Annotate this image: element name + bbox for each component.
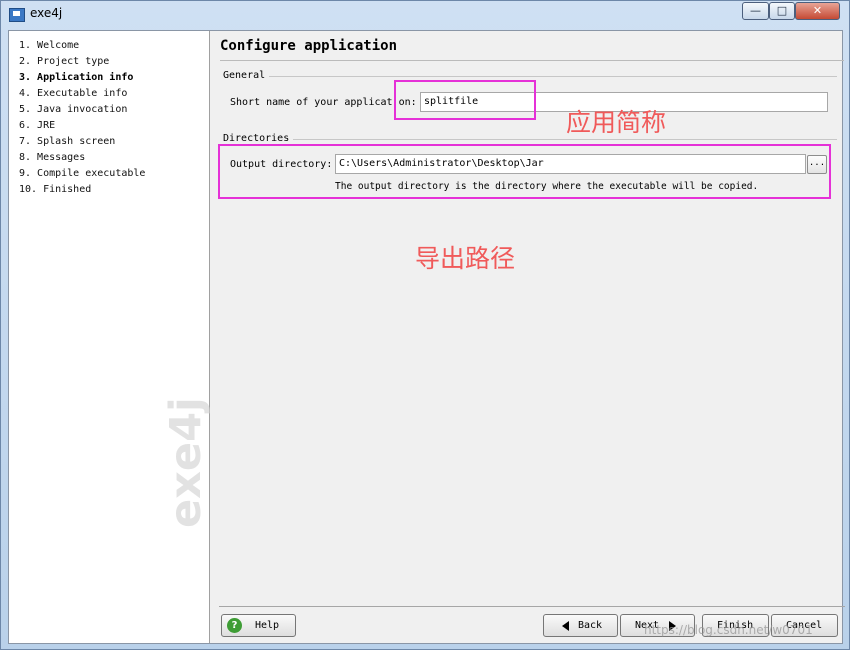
help-button[interactable]: ? Help	[221, 614, 296, 637]
exe4j-window: exe4j — □ ✕ 1. Welcome 2. Project type 3…	[0, 0, 850, 650]
wizard-client-area: 1. Welcome 2. Project type 3. Applicatio…	[8, 30, 845, 644]
window-title: exe4j	[30, 6, 63, 20]
minimize-button[interactable]: —	[742, 2, 769, 20]
arrow-left-icon	[562, 621, 569, 631]
step-project-type[interactable]: 2. Project type	[19, 56, 109, 67]
help-icon: ?	[227, 618, 242, 633]
step-executable-info[interactable]: 4. Executable info	[19, 88, 127, 99]
general-group-label: General	[223, 70, 270, 81]
step-messages[interactable]: 8. Messages	[19, 152, 85, 163]
title-bar[interactable]: exe4j — □ ✕	[1, 1, 849, 27]
step-java-invocation[interactable]: 5. Java invocation	[19, 104, 127, 115]
step-welcome[interactable]: 1. Welcome	[19, 40, 79, 51]
short-name-highlight-box	[394, 80, 536, 120]
main-panel: Configure application General Short name…	[211, 31, 845, 643]
directories-group-line	[223, 139, 837, 140]
back-button[interactable]: Back	[543, 614, 618, 637]
title-divider	[220, 60, 844, 61]
back-button-label: Back	[578, 620, 603, 631]
button-bar-divider	[219, 606, 845, 607]
step-finished[interactable]: 10. Finished	[19, 184, 91, 195]
short-name-label: Short name of your applicat on:	[230, 97, 417, 108]
close-button[interactable]: ✕	[795, 2, 840, 20]
output-path-annotation: 导出路径	[415, 244, 516, 273]
steps-sidebar: 1. Welcome 2. Project type 3. Applicatio…	[9, 31, 211, 643]
directories-group-label: Directories	[223, 133, 294, 144]
help-button-label: Help	[255, 620, 280, 631]
exe4j-watermark-logo: exe4j	[161, 397, 211, 528]
url-watermark: https://blog.csdn.net/w0701	[644, 623, 813, 637]
step-jre[interactable]: 6. JRE	[19, 120, 55, 131]
step-compile-executable[interactable]: 9. Compile executable	[19, 168, 145, 179]
output-directory-highlight-box	[218, 144, 831, 199]
app-icon	[9, 8, 25, 22]
page-title: Configure application	[220, 38, 398, 54]
step-splash-screen[interactable]: 7. Splash screen	[19, 136, 115, 147]
maximize-button[interactable]: □	[769, 2, 795, 20]
general-group-line	[223, 76, 837, 77]
short-name-annotation: 应用简称	[566, 108, 667, 137]
step-application-info[interactable]: 3. Application info	[19, 72, 133, 83]
